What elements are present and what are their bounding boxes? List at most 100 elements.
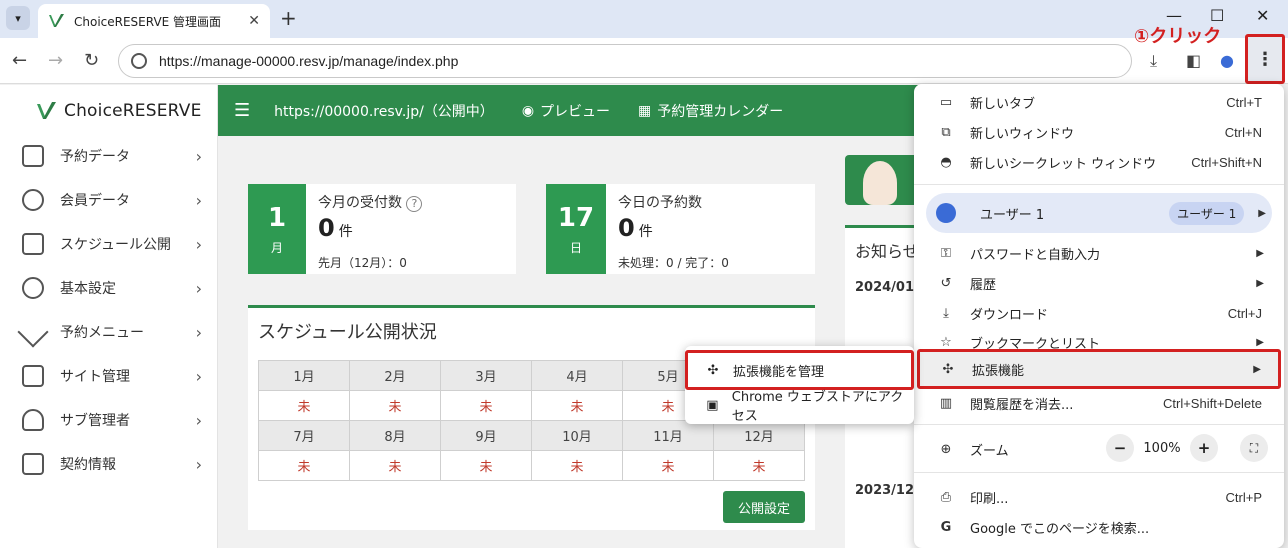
manage-extensions-item[interactable]: ✣ 拡張機能を管理 (685, 350, 914, 390)
sidebar-item-label: 予約メニュー (60, 325, 144, 341)
month-cell: 1月 (258, 360, 350, 391)
new-tab-button[interactable]: + (280, 6, 297, 30)
chrome-menu: ▭ 新しいタブ Ctrl+T ⧉ 新しいウィンドウ Ctrl+N ◓ 新しいシー… (914, 84, 1284, 548)
stat-count-unit: 件 (638, 224, 653, 240)
sidebar-item-label: サブ管理者 (60, 413, 130, 429)
sidebar-item-subadmin[interactable]: サブ管理者 › (0, 398, 218, 442)
sidebar-item-menu[interactable]: 予約メニュー › (0, 310, 218, 354)
tab-search-button[interactable]: ▾ (6, 6, 30, 30)
preview-link[interactable]: ◉ プレビュー (522, 101, 610, 121)
menu-extensions[interactable]: ✣ 拡張機能 ▶ (917, 349, 1281, 389)
menu-shortcut: Ctrl+P (1225, 489, 1262, 505)
publish-settings-button[interactable]: 公開設定 (723, 491, 805, 523)
site-info-icon[interactable] (131, 53, 147, 69)
status-cell[interactable]: 未 (440, 390, 532, 421)
menu-new-tab[interactable]: ▭ 新しいタブ Ctrl+T (914, 87, 1284, 117)
click-annotation: ①クリック (1134, 26, 1222, 47)
google-icon: G (940, 519, 952, 535)
stat-sub: 先月（12月）：0 (318, 256, 407, 270)
menu-label: 拡張機能 (972, 363, 1025, 379)
menu-clear-history[interactable]: ▥ 閲覧履歴を消去... Ctrl+Shift+Delete (914, 388, 1284, 418)
close-window-button[interactable]: ✕ (1256, 6, 1269, 25)
download-icon[interactable]: ⤓ (1150, 51, 1157, 71)
status-cell[interactable]: 未 (440, 450, 532, 481)
logo-mark-icon (37, 102, 56, 119)
menu-label: 新しいタブ (970, 96, 1036, 112)
menu-shortcut: Ctrl+Shift+Delete (1163, 395, 1262, 411)
sidebar-item-label: スケジュール公開 (60, 237, 172, 253)
sitemap-icon (22, 365, 44, 387)
logo: ChoiceRESERVE (36, 101, 202, 121)
status-cell[interactable]: 未 (531, 390, 623, 421)
site-link[interactable]: https://00000.resv.jp/（公開中） (274, 101, 494, 121)
forward-arrow-icon[interactable]: → (48, 50, 63, 71)
browser-toolbar: ← → ↻ https://manage-00000.resv.jp/manag… (0, 38, 1288, 84)
menu-passwords[interactable]: ⚿ パスワードと自動入力 ▶ (914, 238, 1284, 268)
notice-date[interactable]: 2023/12 (855, 483, 914, 498)
stat-sub: 未処理：0 / 完了：0 (618, 256, 729, 270)
tab-title: ChoiceRESERVE 管理画面 (74, 14, 222, 29)
notice-date[interactable]: 2024/01 (855, 280, 914, 295)
menu-incognito[interactable]: ◓ 新しいシークレット ウィンドウ Ctrl+Shift+N (914, 147, 1284, 177)
help-icon[interactable]: ? (406, 196, 423, 212)
calendar-label: 予約管理カレンダー (657, 103, 784, 120)
browser-tab[interactable]: ChoiceRESERVE 管理画面 ✕ (38, 4, 270, 38)
month-cell: 4月 (531, 360, 623, 391)
sidebar-item-reservations[interactable]: 予約データ › (0, 134, 218, 178)
sidebar-item-schedule[interactable]: スケジュール公開 › (0, 222, 218, 266)
zoom-out-button[interactable]: − (1106, 434, 1134, 462)
menu-new-window[interactable]: ⧉ 新しいウィンドウ Ctrl+N (914, 117, 1284, 147)
menu-print[interactable]: ⎙ 印刷... Ctrl+P (914, 482, 1284, 512)
menu-label: 印刷... (970, 491, 1009, 507)
zoom-icon: ⊕ (940, 441, 952, 457)
day-unit: 日 (569, 240, 582, 255)
menu-downloads[interactable]: ⤓ ダウンロード Ctrl+J (914, 298, 1284, 328)
submenu-label: 拡張機能を管理 (733, 364, 825, 380)
stat-count: 0件 (618, 214, 653, 242)
menu-profile[interactable]: ユーザー 1 ユーザー 1 ▶ (926, 193, 1272, 233)
side-panel-icon[interactable]: ◧ (1186, 51, 1201, 70)
zoom-controls: − 100% + ⛶ (1106, 434, 1268, 462)
status-cell[interactable]: 未 (349, 450, 441, 481)
puzzle-icon: ✣ (942, 361, 954, 377)
fullscreen-icon[interactable]: ⛶ (1240, 434, 1268, 462)
profile-icon[interactable]: ● (1220, 51, 1234, 70)
trash-icon: ▥ (939, 395, 953, 411)
stat-count: 0件 (318, 214, 353, 242)
hamburger-icon[interactable]: ☰ (234, 100, 250, 121)
eye-icon: ◉ (521, 102, 535, 119)
app-header: ☰ https://00000.resv.jp/（公開中） ◉ プレビュー ▦ … (218, 85, 918, 136)
status-cell[interactable]: 未 (258, 450, 350, 481)
month-cell: 2月 (349, 360, 441, 391)
sidebar-item-label: 会員データ (60, 193, 130, 209)
sidebar-item-settings[interactable]: 基本設定 › (0, 266, 218, 310)
status-cell[interactable]: 未 (531, 450, 623, 481)
extensions-submenu: ✣ 拡張機能を管理 ▣ Chrome ウェブストアにアクセス (685, 346, 914, 424)
status-cell[interactable]: 未 (713, 450, 805, 481)
stat-count-value: 0 (318, 214, 335, 242)
preview-label: プレビュー (540, 103, 611, 120)
schedule-title: スケジュール公開状況 (258, 322, 437, 343)
back-arrow-icon[interactable]: ← (12, 50, 27, 71)
close-tab-icon[interactable]: ✕ (248, 13, 260, 29)
menu-history[interactable]: ↺ 履歴 ▶ (914, 268, 1284, 298)
status-cell[interactable]: 未 (349, 390, 441, 421)
sidebar-item-site[interactable]: サイト管理 › (0, 354, 218, 398)
share-icon (22, 233, 44, 255)
tab-strip: ▾ ChoiceRESERVE 管理画面 ✕ + — ☐ ✕ (0, 0, 1288, 38)
status-cell[interactable]: 未 (622, 450, 714, 481)
menu-search-google[interactable]: G Google でこのページを検索... (914, 512, 1284, 542)
sidebar-item-members[interactable]: 会員データ › (0, 178, 218, 222)
reload-icon[interactable]: ↻ (84, 50, 99, 71)
status-cell[interactable]: 未 (258, 390, 350, 421)
address-bar[interactable]: https://manage-00000.resv.jp/manage/inde… (118, 44, 1132, 78)
arrow-right-icon: ▶ (1256, 336, 1264, 348)
new-window-icon: ⧉ (941, 124, 951, 140)
chrome-web-store-item[interactable]: ▣ Chrome ウェブストアにアクセス (685, 386, 914, 424)
web-store-icon: ▣ (706, 397, 719, 413)
stat-title: 今月の受付数 ? (318, 192, 423, 212)
calendar-link[interactable]: ▦ 予約管理カレンダー (638, 101, 783, 121)
chrome-menu-button[interactable]: ⋮ (1245, 34, 1285, 84)
zoom-in-button[interactable]: + (1190, 434, 1218, 462)
sidebar-item-contract[interactable]: 契約情報 › (0, 442, 218, 486)
